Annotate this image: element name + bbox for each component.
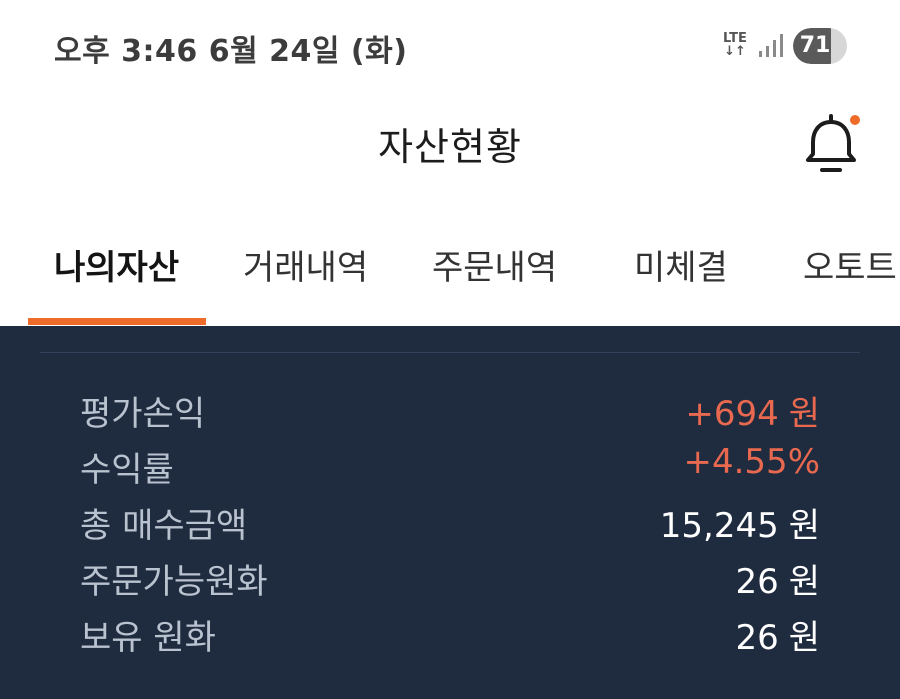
tab-order-history[interactable]: 주문내역 [432, 240, 557, 326]
tab-trade-history[interactable]: 거래내역 [243, 240, 368, 326]
summary-row-total-purchase: 총 매수금액 15,245 원 [0, 498, 900, 547]
total-purchase-amount: 15,245 [659, 506, 779, 546]
eval-pnl-value: +694 원 [685, 386, 820, 435]
held-krw-label: 보유 원화 [80, 618, 216, 658]
eval-pnl-label: 평가손익 [80, 394, 206, 434]
battery-level: 71 [799, 33, 831, 58]
return-rate-amount: +4.55% [683, 442, 821, 482]
held-krw-unit: 원 [788, 618, 820, 658]
return-rate-value: +4.55% [684, 442, 821, 482]
eval-pnl-amount: +694 [685, 394, 779, 434]
divider [40, 352, 860, 353]
tab-bar: 나의자산 거래내역 주문내역 미체결 오토트 [0, 240, 900, 326]
summary-row-orderable-krw: 주문가능원화 26 원 [0, 554, 900, 603]
held-krw-amount: 26 [735, 618, 779, 658]
orderable-krw-amount: 26 [735, 562, 779, 602]
page-title: 자산현황 [378, 125, 522, 169]
summary-row-return-rate: 수익률 +4.55% [0, 442, 900, 490]
lte-arrows: ↓↑ [724, 44, 746, 59]
orderable-krw-unit: 원 [788, 562, 820, 602]
asset-status-screen: 오후 3:46 6월 24일 (화) LTE ↓↑ 71 자산현황 나의자산 거… [0, 0, 900, 699]
status-bar: 오후 3:46 6월 24일 (화) LTE ↓↑ 71 [0, 0, 900, 92]
orderable-krw-value: 26 원 [735, 554, 820, 603]
return-rate-label: 수익률 [80, 450, 174, 490]
summary-row-eval-pnl: 평가손익 +694 원 [0, 386, 900, 435]
orderable-krw-label: 주문가능원화 [80, 562, 268, 602]
bell-icon[interactable] [802, 112, 860, 176]
total-purchase-unit: 원 [788, 506, 820, 546]
total-purchase-label: 총 매수금액 [80, 506, 248, 546]
total-purchase-value: 15,245 원 [660, 498, 820, 547]
status-time: 오후 3:46 6월 24일 (화) [54, 34, 408, 69]
lte-icon: LTE ↓↑ [720, 32, 750, 62]
battery-icon: 71 [793, 28, 847, 64]
tab-my-assets[interactable]: 나의자산 [54, 240, 179, 326]
notification-dot [850, 115, 860, 125]
tab-unfilled[interactable]: 미체결 [634, 240, 728, 326]
asset-summary-panel: 평가손익 +694 원 수익률 +4.55% 총 매수금액 15,245 원 주문가… [0, 326, 900, 699]
signal-icon [759, 34, 783, 57]
active-tab-indicator [28, 318, 206, 325]
held-krw-value: 26 원 [735, 610, 820, 659]
eval-pnl-unit: 원 [788, 394, 820, 434]
tab-auto-trade[interactable]: 오토트 [803, 240, 897, 326]
summary-row-held-krw: 보유 원화 26 원 [0, 610, 900, 659]
